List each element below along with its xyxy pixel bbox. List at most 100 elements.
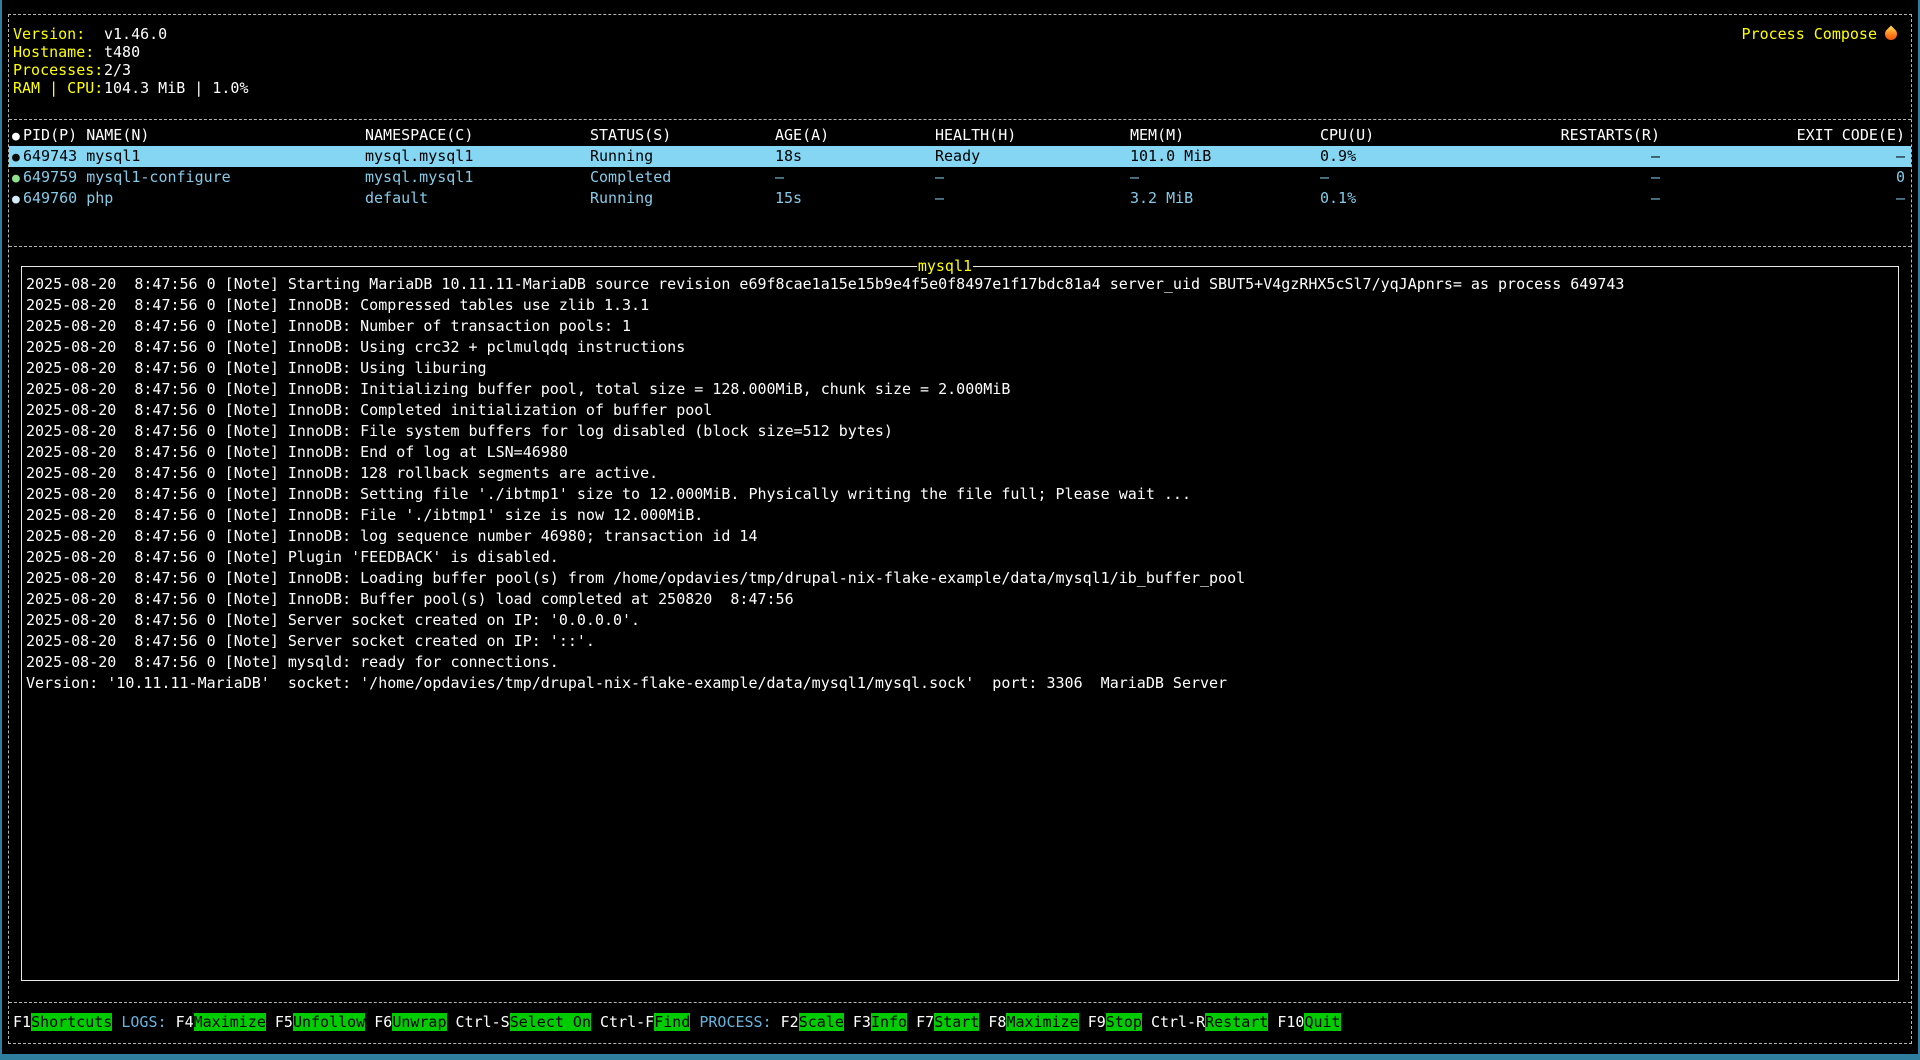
shortcut-stop-button[interactable]: Stop	[1106, 1013, 1142, 1031]
shortcut-quit-button[interactable]: Quit	[1304, 1013, 1340, 1031]
log-line: 2025-08-20 8:47:56 0 [Note] Server socke…	[26, 610, 1898, 631]
ram-cpu-row: RAM | CPU:104.3 MiB | 1.0%	[13, 79, 1911, 97]
cell-pid-name: ●649759 mysql1-configure	[12, 167, 365, 188]
cell-cpu: 0.1%	[1320, 188, 1417, 209]
cell-age: –	[775, 167, 935, 188]
status-dot-icon: ●	[12, 168, 23, 188]
cell-restarts: –	[1417, 146, 1660, 167]
app-title: Process Compose	[1742, 25, 1897, 43]
log-line: 2025-08-20 8:47:56 0 [Note] InnoDB: Buff…	[26, 589, 1898, 610]
hostname-value: t480	[104, 43, 140, 61]
shortcut-key-f3[interactable]: F3	[853, 1013, 871, 1031]
shortcut-key-f7[interactable]: F7	[916, 1013, 934, 1031]
table-header-row: ●PID(P) NAME(N) NAMESPACE(C) STATUS(S) A…	[9, 125, 1911, 146]
log-line: Version: '10.11.11-MariaDB' socket: '/ho…	[26, 673, 1898, 694]
shortcut-key-f5[interactable]: F5	[275, 1013, 293, 1031]
process-row-mysql1-configure[interactable]: ●649759 mysql1-configuremysql.mysql1Comp…	[9, 167, 1911, 188]
shortcut-maximize-button[interactable]: Maximize	[194, 1013, 266, 1031]
hostname-row: Hostname:t480	[13, 43, 1911, 61]
shortcut-shortcuts-button[interactable]: Shortcuts	[31, 1013, 112, 1031]
shortcut-select-on-button[interactable]: Select On	[510, 1013, 591, 1031]
app-title-text: Process Compose	[1742, 25, 1877, 43]
process-compose-app: Version:v1.46.0 Hostname:t480 Processes:…	[8, 14, 1912, 1044]
shortcut-key-f4[interactable]: F4	[176, 1013, 194, 1031]
shortcut-key-ctrl-s[interactable]: Ctrl-S	[456, 1013, 510, 1031]
log-line: 2025-08-20 8:47:56 0 [Note] InnoDB: Usin…	[26, 358, 1898, 379]
log-line: 2025-08-20 8:47:56 0 [Note] Plugin 'FEED…	[26, 547, 1898, 568]
shortcut-key-f6[interactable]: F6	[374, 1013, 392, 1031]
cell-age: 18s	[775, 146, 935, 167]
shortcut-key-f2[interactable]: F2	[781, 1013, 799, 1031]
shortcut-restart-button[interactable]: Restart	[1205, 1013, 1268, 1031]
cell-health: –	[935, 188, 1130, 209]
shortcut-key-f9[interactable]: F9	[1088, 1013, 1106, 1031]
col-health: HEALTH(H)	[935, 125, 1130, 146]
status-dot-icon: ●	[12, 189, 23, 209]
shortcut-scale-button[interactable]: Scale	[799, 1013, 844, 1031]
shortcut-find-button[interactable]: Find	[654, 1013, 690, 1031]
cell-cpu: 0.9%	[1320, 146, 1417, 167]
shortcut-key-ctrl-f[interactable]: Ctrl-F	[600, 1013, 654, 1031]
window-border-bottom	[0, 1054, 1920, 1060]
cell-mem: 3.2 MiB	[1130, 188, 1320, 209]
log-lines: 2025-08-20 8:47:56 0 [Note] Starting Mar…	[22, 267, 1898, 694]
cell-exit-code: 0	[1660, 167, 1905, 188]
log-line: 2025-08-20 8:47:56 0 [Note] InnoDB: Comp…	[26, 295, 1898, 316]
cell-mem: –	[1130, 167, 1320, 188]
cell-age: 15s	[775, 188, 935, 209]
hostname-label: Hostname:	[13, 43, 104, 61]
header-bullet-icon: ●	[12, 126, 23, 146]
shortcut-key-ctrl-r[interactable]: Ctrl-R	[1151, 1013, 1205, 1031]
cell-status: Running	[590, 188, 775, 209]
shortcut-unfollow-button[interactable]: Unfollow	[293, 1013, 365, 1031]
shortcut-maximize-button[interactable]: Maximize	[1006, 1013, 1078, 1031]
processes-label: Processes:	[13, 61, 104, 79]
log-line: 2025-08-20 8:47:56 0 [Note] InnoDB: Comp…	[26, 400, 1898, 421]
col-restarts: RESTARTS(R)	[1417, 125, 1660, 146]
cell-mem: 101.0 MiB	[1130, 146, 1320, 167]
log-line: 2025-08-20 8:47:56 0 [Note] InnoDB: Numb…	[26, 316, 1898, 337]
col-namespace: NAMESPACE(C)	[365, 125, 590, 146]
log-line: 2025-08-20 8:47:56 0 [Note] InnoDB: Usin…	[26, 337, 1898, 358]
pid-name-text: 649759 mysql1-configure	[23, 168, 231, 186]
col-mem: MEM(M)	[1130, 125, 1320, 146]
process-table: ●PID(P) NAME(N) NAMESPACE(C) STATUS(S) A…	[9, 120, 1911, 247]
process-row-php[interactable]: ●649760 phpdefaultRunning15s–3.2 MiB0.1%…	[9, 188, 1911, 209]
cell-namespace: mysql.mysql1	[365, 146, 590, 167]
version-value: v1.46.0	[104, 25, 167, 43]
log-line: 2025-08-20 8:47:56 0 [Note] InnoDB: End …	[26, 442, 1898, 463]
ram-cpu-value: 104.3 MiB | 1.0%	[104, 79, 249, 97]
cell-restarts: –	[1417, 167, 1660, 188]
process-row-mysql1[interactable]: ●649743 mysql1mysql.mysql1Running18sRead…	[9, 146, 1911, 167]
col-pid-name: PID(P) NAME(N)	[23, 126, 149, 144]
log-line: 2025-08-20 8:47:56 0 [Note] Starting Mar…	[26, 274, 1898, 295]
shortcut-unwrap-button[interactable]: Unwrap	[392, 1013, 446, 1031]
cell-pid-name: ●649743 mysql1	[12, 146, 365, 167]
status-dot-icon: ●	[12, 147, 23, 167]
cell-status: Completed	[590, 167, 775, 188]
col-cpu: CPU(U)	[1320, 125, 1417, 146]
shortcut-key-f1[interactable]: F1	[13, 1013, 31, 1031]
shortcut-start-button[interactable]: Start	[934, 1013, 979, 1031]
col-pid-name-cell: ●PID(P) NAME(N)	[12, 125, 365, 146]
cell-namespace: default	[365, 188, 590, 209]
log-line: 2025-08-20 8:47:56 0 [Note] InnoDB: Init…	[26, 379, 1898, 400]
shortcut-bar: F1Shortcuts LOGS: F4Maximize F5Unfollow …	[9, 1002, 1911, 1043]
cell-status: Running	[590, 146, 775, 167]
cell-pid-name: ●649760 php	[12, 188, 365, 209]
col-age: AGE(A)	[775, 125, 935, 146]
log-line: 2025-08-20 8:47:56 0 [Note] mysqld: read…	[26, 652, 1898, 673]
cell-health: Ready	[935, 146, 1130, 167]
shortcut-info-button[interactable]: Info	[871, 1013, 907, 1031]
pid-name-text: 649743 mysql1	[23, 147, 140, 165]
shortcut-section-logs: LOGS:	[121, 1013, 166, 1031]
log-panel[interactable]: mysql1 2025-08-20 8:47:56 0 [Note] Start…	[21, 266, 1899, 981]
cell-cpu: –	[1320, 167, 1417, 188]
header-pane: Version:v1.46.0 Hostname:t480 Processes:…	[9, 15, 1911, 120]
log-line: 2025-08-20 8:47:56 0 [Note] InnoDB: Load…	[26, 568, 1898, 589]
shortcut-section-process: PROCESS:	[699, 1013, 771, 1031]
cell-health: –	[935, 167, 1130, 188]
version-row: Version:v1.46.0	[13, 25, 1911, 43]
shortcut-key-f10[interactable]: F10	[1277, 1013, 1304, 1031]
shortcut-key-f8[interactable]: F8	[988, 1013, 1006, 1031]
